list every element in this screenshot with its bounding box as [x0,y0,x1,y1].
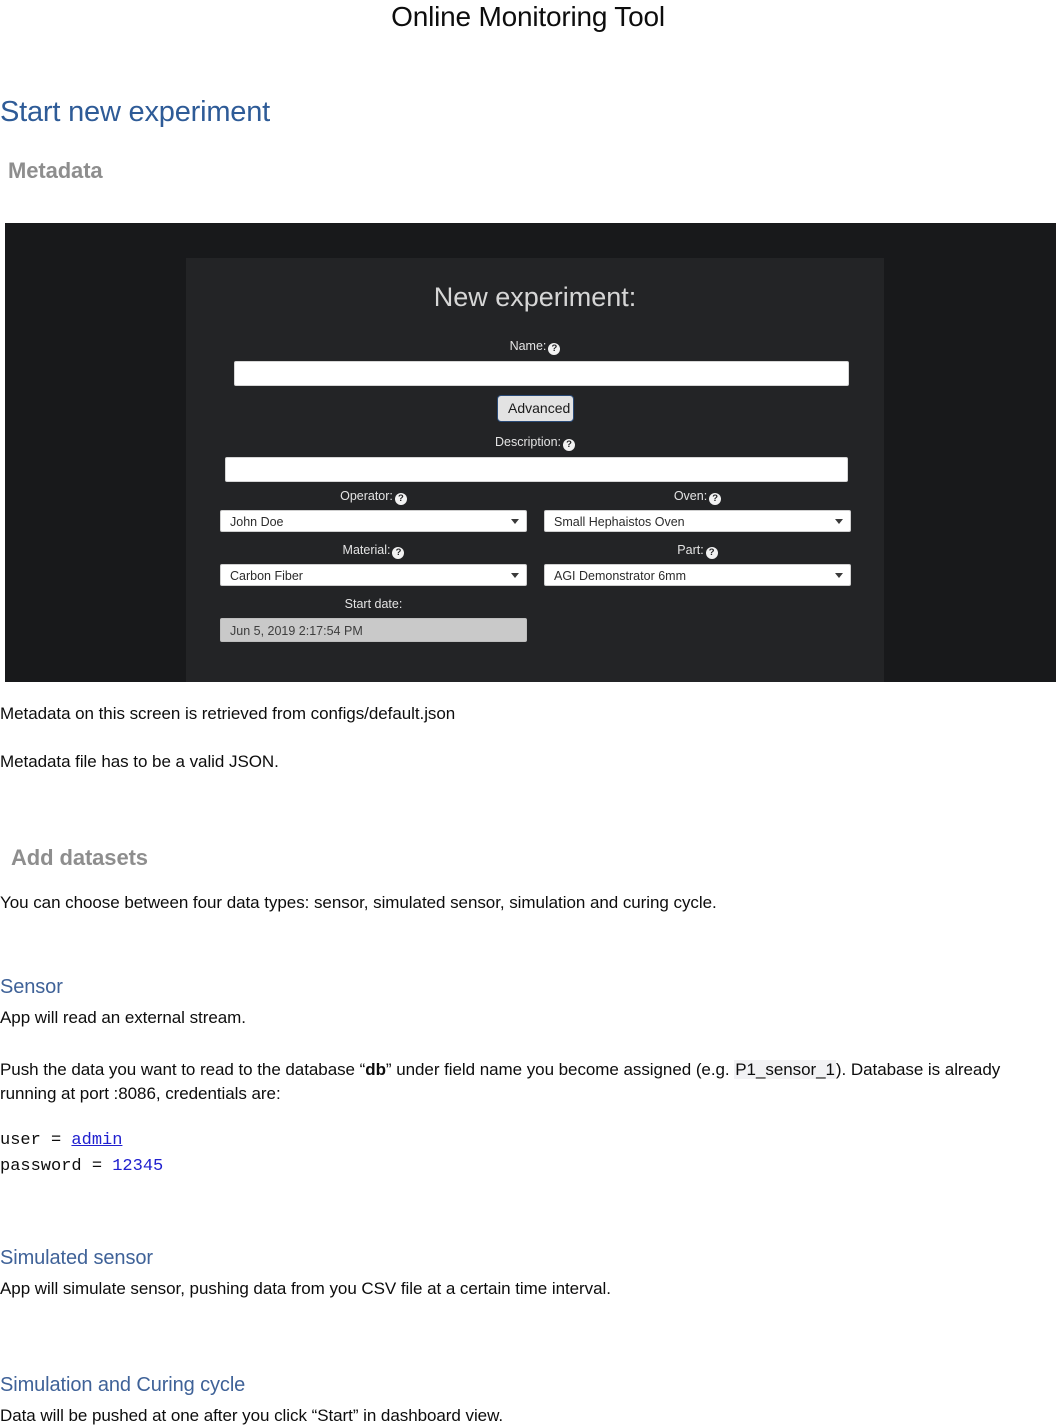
operator-select[interactable]: John Doe [220,510,527,532]
code-password-label: password = [0,1157,113,1176]
material-field-label: Material:? [220,543,527,559]
page-title: Online Monitoring Tool [391,1,665,32]
name-field-label: Name:? [186,339,884,355]
operator-field-label: Operator:? [220,489,527,505]
document-page: Online Monitoring Tool Start new experim… [0,0,1056,1427]
paragraph-metadata-source: Metadata on this screen is retrieved fro… [0,704,456,723]
material-select-value: Carbon Fiber [230,569,303,583]
start-date-field: Jun 5, 2019 2:17:54 PM [220,618,527,642]
code-user-value-link[interactable]: admin [71,1131,122,1150]
name-input[interactable] [234,361,849,386]
part-field-label: Part:? [544,543,851,559]
oven-select-value: Small Hephaistos Oven [554,515,685,529]
subheading-sensor: Sensor [0,976,63,998]
oven-select[interactable]: Small Hephaistos Oven [544,510,851,532]
name-help-icon[interactable]: ? [548,343,561,355]
subheading-metadata: Metadata [8,158,103,183]
chevron-down-icon [835,573,843,578]
chevron-down-icon [511,519,519,524]
start-date-field-label: Start date: [344,597,403,611]
paragraph-metadata-json: Metadata file has to be a valid JSON. [0,752,279,771]
subheading-simulation-curing-cycle: Simulation and Curing cycle [0,1374,246,1396]
push-text-part1: Push the data you want to read to the da… [0,1060,366,1079]
material-help-icon[interactable]: ? [392,547,405,559]
part-help-icon[interactable]: ? [705,547,718,559]
material-select[interactable]: Carbon Fiber [220,564,527,586]
oven-field-label: Oven:? [544,489,851,505]
subheading-simulated-sensor: Simulated sensor [0,1247,153,1269]
paragraph-simulated-sensor: App will simulate sensor, pushing data f… [0,1279,611,1298]
push-text-part3: ). [835,1060,847,1079]
part-select-value: AGI Demonstrator 6mm [554,569,686,583]
subheading-add-datasets: Add datasets [11,845,148,870]
operator-help-icon[interactable]: ? [394,493,407,505]
push-field-example: P1_sensor_1 [734,1060,836,1079]
advanced-button[interactable]: Advanced [497,395,574,422]
push-text-part2: ” under field name you become assigned (… [385,1060,735,1079]
code-user-label: user = [0,1131,72,1150]
section-heading-start-new-experiment: Start new experiment [0,96,271,128]
description-input[interactable] [225,457,848,482]
push-db-name: db [365,1060,386,1079]
paragraph-four-data-types: You can choose between four data types: … [0,893,717,912]
paragraph-simulation-curing: Data will be pushed at one after you cli… [0,1406,504,1425]
code-password-value: 12345 [112,1157,164,1176]
app-screenshot-new-experiment: New experiment: Name:? Advanced Descript… [5,223,1056,682]
new-experiment-panel: New experiment: Name:? Advanced Descript… [186,258,884,682]
operator-select-value: John Doe [230,515,284,529]
paragraph-sensor-stream: App will read an external stream. [0,1008,246,1027]
chevron-down-icon [511,573,519,578]
credentials-code-block: user = admin password = 12345 [0,1128,163,1180]
oven-help-icon[interactable]: ? [709,493,722,505]
description-field-label: Description:? [186,435,884,451]
new-experiment-title: New experiment: [433,282,637,312]
chevron-down-icon [835,519,843,524]
description-help-icon[interactable]: ? [563,439,575,451]
paragraph-push-data: Push the data you want to read to the da… [0,1058,1052,1106]
start-date-value: Jun 5, 2019 2:17:54 PM [230,624,363,638]
part-select[interactable]: AGI Demonstrator 6mm [544,564,851,586]
